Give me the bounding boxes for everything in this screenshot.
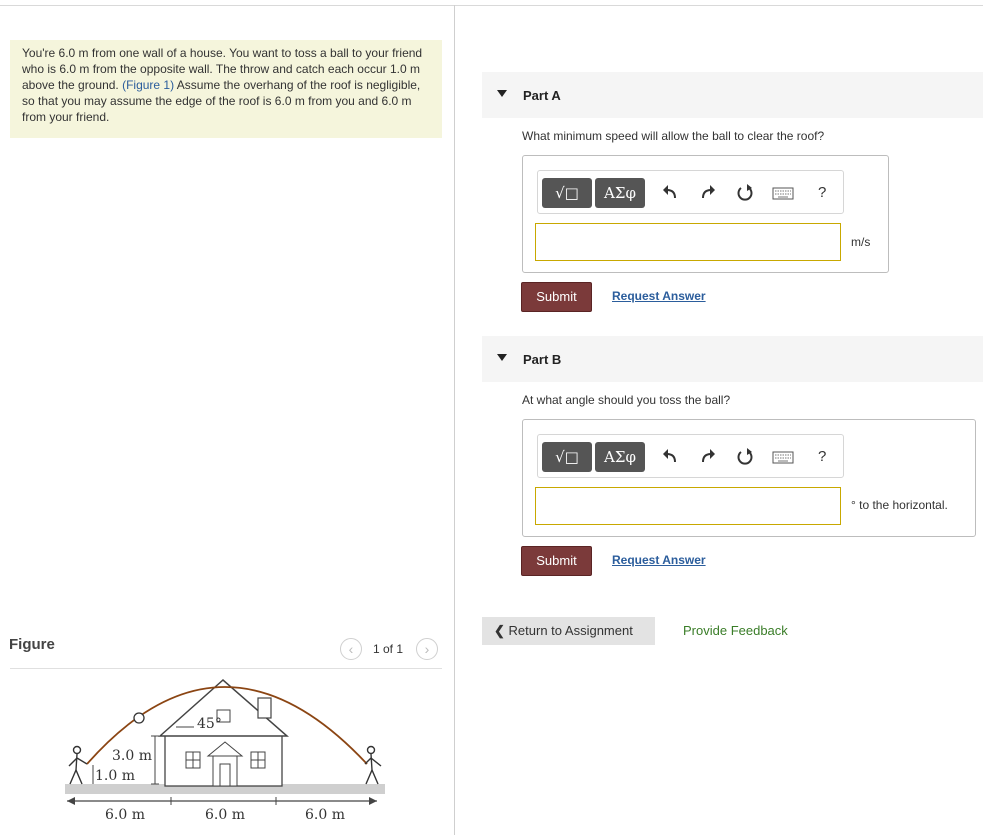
help-button[interactable]: ? [818,184,826,201]
template-button[interactable]: √□ [542,178,592,208]
part-b-unit: ° to the horizontal. [851,498,948,512]
part-a-answer-box: √□ ΑΣφ ? m/s [522,155,889,273]
figure-divider [10,668,442,669]
part-a-request-answer-link[interactable]: Request Answer [612,289,706,303]
door [219,763,231,787]
template-button[interactable]: √□ [542,442,592,472]
chevron-left-icon: ❮ [494,623,505,638]
undo-icon[interactable] [660,447,680,467]
provide-feedback-link[interactable]: Provide Feedback [683,623,788,638]
figure-pager: ‹ 1 of 1 › [340,638,440,662]
house-figure: 45° 3.0 m 1.0 m 6.0 m 6.0 m 6.0 m [65,679,385,823]
greek-symbols-button[interactable]: ΑΣφ [595,178,645,208]
figure-title: Figure [9,636,55,653]
part-b-question: At what angle should you toss the ball? [522,393,731,407]
keyboard-icon[interactable] [772,447,794,467]
distance-middle-label: 6.0 m [205,807,245,823]
reset-icon[interactable] [735,447,755,467]
problem-statement: You're 6.0 m from one wall of a house. Y… [10,40,442,138]
distance-left-label: 6.0 m [105,807,145,823]
keyboard-icon[interactable] [772,183,794,203]
part-b-header[interactable]: Part B [482,336,983,382]
reset-icon[interactable] [735,183,755,203]
ball [133,712,145,724]
redo-icon[interactable] [698,447,718,467]
wall-height-label: 3.0 m [112,748,152,764]
part-b-answer-input[interactable] [535,487,841,525]
part-a-question: What minimum speed will allow the ball t… [522,129,825,143]
thrower-figure [68,745,88,785]
redo-icon[interactable] [698,183,718,203]
figure-page-count: 1 of 1 [373,642,404,656]
part-a-title: Part A [523,88,561,103]
help-button[interactable]: ? [818,448,826,465]
return-label: Return to Assignment [508,623,633,638]
pane-divider [454,5,455,835]
figure-link[interactable]: (Figure 1) [122,78,174,92]
part-b-submit-button[interactable]: Submit [521,546,592,576]
part-a-toolbar: √□ ΑΣφ ? [537,170,844,214]
chevron-right-icon[interactable]: › [416,638,438,660]
part-b-request-answer-link[interactable]: Request Answer [612,553,706,567]
part-b-answer-box: √□ ΑΣφ ? ° to the horizontal. [522,419,976,537]
distance-right-label: 6.0 m [305,807,345,823]
collapse-triangle-icon[interactable] [497,90,507,97]
angle-label: 45° [197,716,222,732]
part-a-unit: m/s [851,235,871,249]
undo-icon[interactable] [660,183,680,203]
chimney [257,697,272,719]
part-a-answer-input[interactable] [535,223,841,261]
top-border [0,5,983,6]
part-a-header[interactable]: Part A [482,72,983,118]
part-b-title: Part B [523,352,562,367]
part-b-toolbar: √□ ΑΣφ ? [537,434,844,478]
throw-height-label: 1.0 m [95,768,135,784]
part-a-submit-button[interactable]: Submit [521,282,592,312]
greek-symbols-button[interactable]: ΑΣφ [595,442,645,472]
return-to-assignment-button[interactable]: ❮ Return to Assignment [482,617,655,645]
chevron-left-icon[interactable]: ‹ [340,638,362,660]
catcher-figure [364,745,382,785]
collapse-triangle-icon[interactable] [497,354,507,361]
